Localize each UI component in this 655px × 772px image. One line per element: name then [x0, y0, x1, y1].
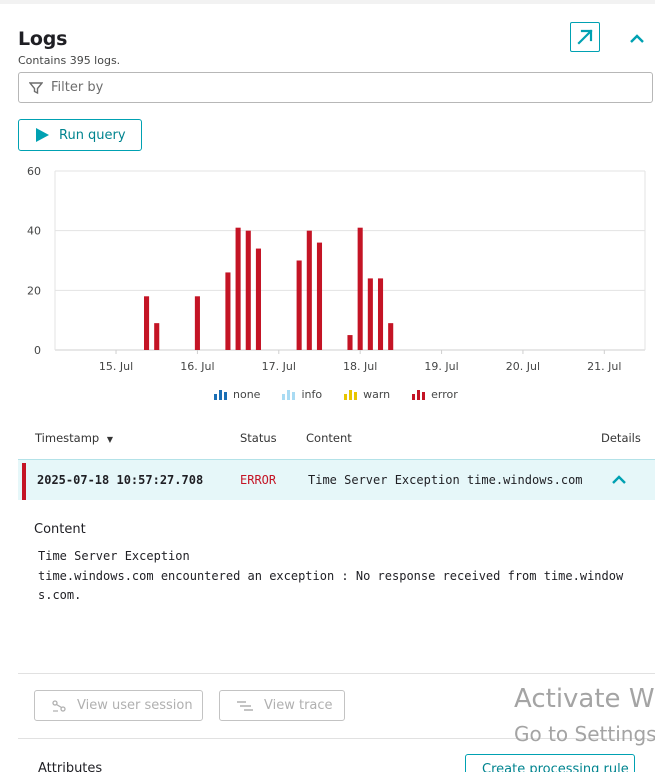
filter-field[interactable] [18, 72, 653, 103]
bar-error [245, 230, 251, 350]
row-timestamp: 2025-07-18 10:57:27.708 [37, 473, 204, 487]
legend-item-none[interactable]: none [214, 388, 260, 401]
run-query-button[interactable]: Run query [18, 119, 142, 151]
view-trace-button[interactable]: View trace [219, 690, 345, 721]
bar-error [377, 278, 384, 350]
legend-label: info [301, 388, 323, 401]
chart-legend: none info warn error [214, 388, 480, 401]
bar-error [306, 230, 312, 350]
logs-panel: Logs Contains 395 logs. Run query 0 20 40 6… [0, 4, 655, 772]
y-tick-label: 60 [27, 165, 41, 178]
bar-error [225, 272, 231, 350]
x-tick-label: 20. Jul [506, 360, 540, 373]
legend-label: none [233, 388, 261, 401]
create-processing-rule-button[interactable]: Create processing rule [465, 754, 635, 772]
bar-error [367, 278, 373, 350]
activation-watermark-subtitle: Go to Settings [514, 722, 655, 746]
bar-error [296, 260, 302, 350]
row-content: Time Server Exception time.windows.com e… [308, 473, 582, 487]
user-session-icon [52, 699, 66, 712]
view-trace-label: View trace [264, 698, 333, 713]
bar-error [255, 248, 261, 350]
y-tick-label: 20 [27, 284, 41, 297]
view-user-session-label: View user session [77, 698, 193, 713]
run-query-label: Run query [59, 127, 126, 143]
divider [18, 673, 655, 674]
log-count-subtitle: Contains 395 logs. [18, 54, 121, 67]
legend-bars-icon [282, 389, 296, 400]
filter-icon [29, 81, 43, 95]
panel-title: Logs [18, 28, 68, 50]
legend-item-info[interactable]: info [282, 388, 322, 401]
table-row[interactable]: 2025-07-18 10:57:27.708 ERROR Time Serve… [18, 459, 655, 500]
legend-bars-icon [344, 389, 358, 400]
bar-error [194, 296, 200, 350]
external-link-icon [577, 29, 593, 45]
detail-content-text: Time Server Exception time.windows.com e… [38, 549, 624, 602]
x-tick-label: 21. Jul [587, 360, 621, 373]
details-column-header: Details [601, 431, 641, 445]
timestamp-column-header[interactable]: Timestamp ▼ [35, 431, 113, 445]
play-icon [35, 128, 49, 142]
error-status-indicator [22, 463, 26, 500]
legend-item-error[interactable]: error [412, 388, 458, 401]
sort-descending-icon: ▼ [106, 435, 114, 444]
legend-bars-icon [214, 389, 227, 400]
row-status: ERROR [240, 473, 277, 487]
attributes-heading: Attributes [38, 761, 103, 772]
bar-error [347, 335, 353, 350]
collapse-panel-button[interactable] [626, 28, 648, 50]
bar-error [144, 296, 150, 350]
bar-error [154, 323, 160, 350]
x-tick-label: 15. Jul [99, 360, 133, 373]
collapse-row-button[interactable] [610, 472, 628, 488]
chevron-up-icon [630, 34, 644, 43]
bar-error [316, 242, 323, 350]
content-column-header: Content [306, 431, 352, 445]
x-tick-label: 17. Jul [262, 360, 296, 373]
bar-error [388, 323, 394, 350]
legend-label: error [431, 388, 458, 401]
x-tick-label: 18. Jul [343, 360, 377, 373]
trace-icon [237, 700, 253, 711]
bar-error [357, 227, 363, 350]
log-histogram-chart: 0 20 40 60 15. Jul 16. Jul 17. Jul 18. Jul 19. J… [27, 165, 646, 373]
view-user-session-button[interactable]: View user session [34, 690, 203, 721]
detail-content-label: Content [34, 522, 86, 537]
legend-label: warn [363, 388, 391, 401]
y-tick-label: 40 [27, 225, 41, 238]
filter-input[interactable] [51, 80, 611, 95]
x-tick-label: 16. Jul [180, 360, 214, 373]
legend-item-warn[interactable]: warn [344, 388, 390, 401]
status-column-header: Status [240, 431, 277, 445]
y-tick-label: 0 [34, 344, 41, 357]
legend-bars-icon [412, 389, 426, 400]
chevron-up-icon [612, 475, 626, 484]
activation-watermark-title: Activate W [514, 684, 655, 714]
x-tick-label: 19. Jul [424, 360, 458, 373]
open-in-logs-button[interactable] [570, 22, 600, 52]
bar-error [235, 227, 241, 350]
